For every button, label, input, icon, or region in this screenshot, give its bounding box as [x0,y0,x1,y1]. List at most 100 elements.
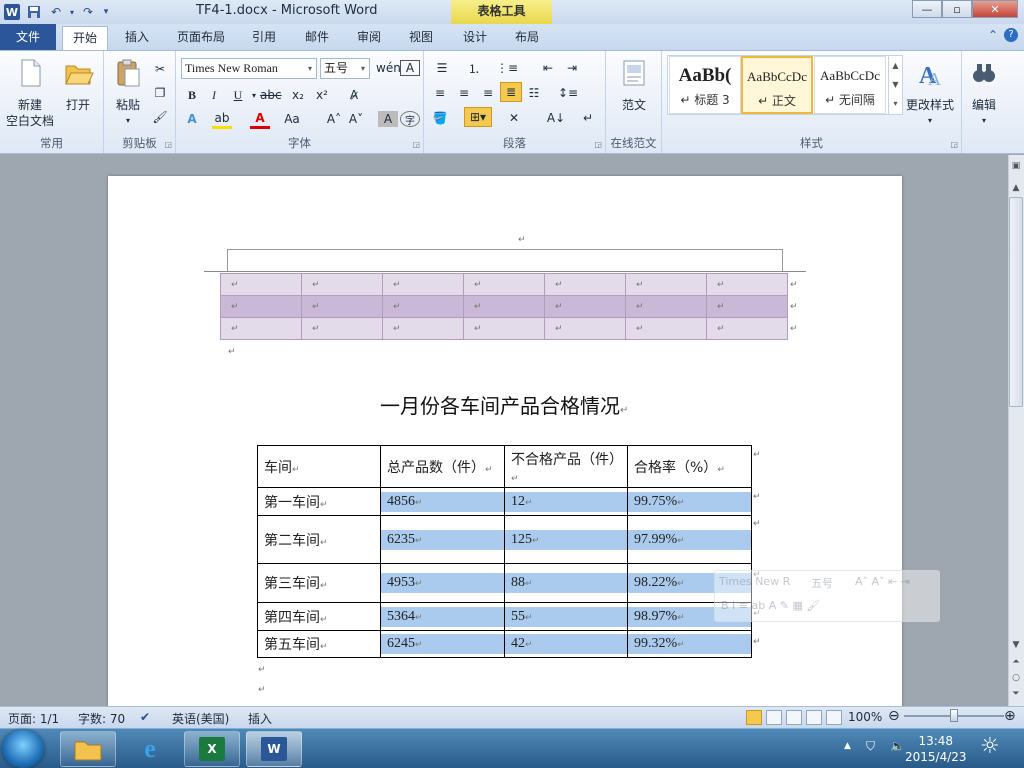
paste-button[interactable]: 粘贴 ▾ [110,57,146,129]
zoom-level[interactable]: 100% [848,710,882,724]
shading-icon[interactable]: 🪣 [430,108,450,128]
new-blank-doc-button[interactable]: 新建 空白文档 [4,57,56,129]
sample-button[interactable]: 范文 [614,57,654,113]
editing-button[interactable]: 编辑 ▾ [966,57,1002,129]
value-cell[interactable]: 6235↵ [380,515,505,564]
insert-mode[interactable]: 插入 [248,710,272,727]
bold-icon[interactable]: B [182,85,202,105]
align-center-icon[interactable]: ≡ [454,83,474,103]
table-row[interactable]: 第一车间↵ 4856↵ 12↵ 99.75%↵ [257,487,752,516]
taskbar-word[interactable]: W [246,731,302,767]
empty-table-cell[interactable]: ↵ [220,295,302,318]
tab-mailings[interactable]: 邮件 [296,26,338,50]
word-app-icon[interactable]: W [2,2,22,22]
value-cell[interactable]: 55↵ [504,602,628,631]
draft-view-icon[interactable] [826,710,842,725]
empty-table-cell[interactable]: ↵ [625,317,707,340]
distributed-icon[interactable]: ☷ [524,83,544,103]
align-right-icon[interactable]: ≡ [478,83,498,103]
save-icon[interactable] [24,2,44,22]
tab-insert[interactable]: 插入 [114,26,160,50]
workshop-cell[interactable]: 第五车间↵ [257,630,381,658]
prev-page-icon[interactable]: ⏶ [1010,657,1022,667]
proofing-icon[interactable]: ✔ [140,710,150,724]
empty-table-cell[interactable]: ↵ [706,273,788,296]
editing-dropdown-icon[interactable]: ▾ [966,113,1002,129]
customize-qat-icon[interactable]: ▾ [100,2,112,22]
decrease-indent-icon[interactable]: ⇤ [538,58,558,78]
shrink-font-icon[interactable]: A˅ [346,109,366,129]
empty-table-cell[interactable]: ↵ [382,317,464,340]
scroll-down-icon[interactable]: ▼ [1010,640,1022,650]
web-layout-icon[interactable] [786,710,802,725]
empty-table-cell[interactable]: ↵ [544,295,626,318]
clear-formatting-icon[interactable]: A̷ [344,85,364,105]
font-launcher-icon[interactable]: ◲ [412,140,420,149]
borders-icon[interactable]: ⊞▾ [464,107,492,127]
empty-table-cell[interactable]: ↵ [463,317,545,340]
table-row[interactable]: 第五车间↵ 6245↵ 42↵ 99.32%↵ [257,630,752,658]
show-marks-icon[interactable]: ↵ [578,108,598,128]
empty-table-cell[interactable]: ↵ [544,273,626,296]
style-normal[interactable]: AaBbCcDc ↵ 正文 [741,56,813,114]
enclosed-char-icon[interactable]: 字 [400,111,420,127]
tab-design[interactable]: 设计 [454,26,496,50]
tray-expand-icon[interactable]: ▲ [844,741,851,751]
table-row[interactable]: 第二车间↵ 6235↵ 125↵ 97.99%↵ [257,515,752,564]
text-effects-icon[interactable]: A [182,109,202,129]
taskbar-explorer[interactable] [60,731,116,767]
redo-icon[interactable]: ↷ [78,2,98,22]
minimize-ribbon-icon[interactable]: ⌃ [988,28,998,42]
table-row[interactable]: 第三车间↵ 4953↵ 88↵ 98.22%↵ [257,563,752,603]
select-browse-object-icon[interactable]: ○ [1010,673,1022,683]
empty-table-cell[interactable]: ↵ [625,273,707,296]
clipboard-launcher-icon[interactable]: ◲ [164,140,172,149]
zoom-slider-knob[interactable] [950,709,958,722]
empty-shaded-table[interactable]: ↵ ↵ ↵ ↵ ↵ ↵ ↵ ↵ ↵ ↵ ↵ ↵ ↵ ↵ ↵ ↵ ↵ ↵ ↵ ↵ ↵ [220,273,788,340]
empty-table-cell[interactable]: ↵ [301,317,383,340]
data-table[interactable]: 车间↵ 总产品数（件）↵ 不合格产品（件）↵ 合格率（%）↵ 第一车间↵ 4856↵ 12↵… [257,445,752,658]
taskbar-ie[interactable]: e [122,731,178,767]
empty-table-cell[interactable]: ↵ [544,317,626,340]
paragraph-launcher-icon[interactable]: ◲ [594,140,602,149]
empty-table-row[interactable]: ↵ ↵ ↵ ↵ ↵ ↵ ↵ [220,317,788,340]
table-header-row[interactable]: 车间↵ 总产品数（件）↵ 不合格产品（件）↵ 合格率（%）↵ [257,445,752,488]
style-no-spacing[interactable]: AaBbCcDc ↵ 无间隔 [814,56,886,114]
word-count[interactable]: 字数: 70 [78,710,125,727]
empty-table-row[interactable]: ↵ ↵ ↵ ↵ ↵ ↵ ↵ [220,273,788,296]
clock[interactable]: 13:48 2015/4/23 [905,733,967,765]
value-cell[interactable]: 4953↵ [380,563,505,603]
empty-table-cell[interactable]: ↵ [706,295,788,318]
table-header-cell[interactable]: 车间↵ [257,445,381,488]
char-shading-icon[interactable]: A [378,111,398,127]
value-cell[interactable]: 5364↵ [380,602,505,631]
phonetic-guide-icon[interactable]: wén [376,58,401,78]
empty-table-cell[interactable]: ↵ [220,317,302,340]
value-cell[interactable]: 97.99%↵ [627,515,752,564]
style-heading3[interactable]: AaBb( ↵ 标题 3 [669,56,741,114]
font-size-combo[interactable]: 五号 ▾ [320,58,370,79]
empty-table-cell[interactable]: ↵ [301,273,383,296]
empty-table-cell[interactable]: ↵ [463,295,545,318]
workshop-cell[interactable]: 第一车间↵ [257,487,381,516]
tab-view[interactable]: 视图 [400,26,442,50]
start-button[interactable] [2,730,44,768]
style-gallery-scroll[interactable]: ▲ ▼ ▾ [888,56,902,114]
page-count[interactable]: 页面: 1/1 [8,710,59,727]
sort-icon[interactable]: A↓ [546,108,566,128]
table-header-cell[interactable]: 合格率（%）↵ [627,445,752,488]
value-cell[interactable]: 99.32%↵ [627,630,752,658]
maximize-button[interactable]: ▫ [942,0,972,18]
char-border-icon[interactable]: A [400,60,420,76]
change-styles-button[interactable]: AA 更改样式 ▾ [902,57,958,129]
empty-table-cell[interactable]: ↵ [220,273,302,296]
value-cell[interactable]: 6245↵ [380,630,505,658]
superscript-icon[interactable]: x² [312,85,332,105]
value-cell[interactable]: 42↵ [504,630,628,658]
grow-font-icon[interactable]: A˄ [324,109,344,129]
outline-view-icon[interactable] [806,710,822,725]
mini-toolbar-ghost[interactable]: Times New R 五号 A˄ A˅ ⇤ ⇥ B I ≡ ab A ✎ ▦ … [714,570,940,622]
tab-file[interactable]: 文件 [0,24,56,50]
value-cell[interactable]: 99.75%↵ [627,487,752,516]
tab-page-layout[interactable]: 页面布局 [168,26,234,50]
